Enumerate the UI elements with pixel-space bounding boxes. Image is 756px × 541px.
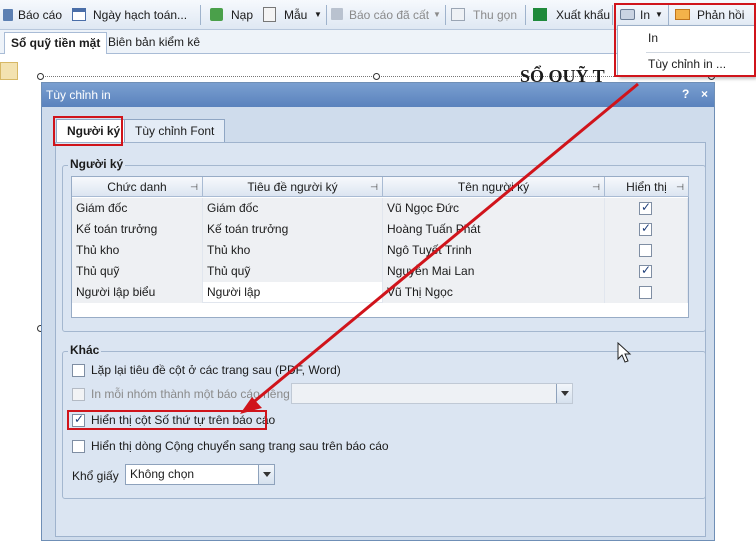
annotation-arrow [240,82,639,414]
mouse-cursor-icon [617,342,632,363]
